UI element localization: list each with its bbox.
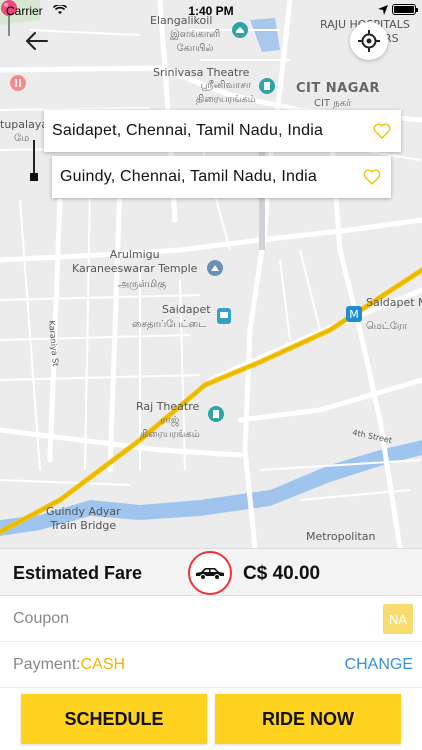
theatre-icon [259, 78, 275, 94]
back-button[interactable] [22, 26, 52, 56]
arrow-left-icon [26, 32, 48, 50]
coupon-row[interactable]: Coupon NA [0, 596, 422, 642]
map-label-saidapet-metro-tamil: மெட்ரோ [366, 321, 408, 332]
drop-address-field[interactable]: Guindy, Chennai, Tamil Nadu, India [52, 156, 391, 198]
payment-label-text: Payment: [13, 656, 81, 673]
map-label-guindy-adyar: Guindy Adyar Train Bridge [46, 505, 121, 532]
map-label-saidapet-metro: Saidapet M [366, 296, 422, 309]
payment-method-value: CASH [80, 656, 126, 673]
temple-icon [232, 22, 248, 38]
fare-amount: C$ 40.00 [243, 563, 321, 584]
coupon-badge[interactable]: NA [383, 604, 413, 634]
vehicle-type-button[interactable] [188, 551, 232, 595]
map-label-srinivasa-tamil: ஸ்ரீனிவாசா திரையரங்கம் [196, 80, 256, 105]
map-label-arulmigu: Arulmigu Karaneeswarar Temple [72, 248, 198, 275]
car-icon [196, 568, 224, 580]
change-payment-button[interactable]: CHANGE [345, 656, 413, 674]
svg-text:M: M [349, 308, 359, 321]
drop-marker [30, 173, 38, 181]
payment-label: Payment:CASH [13, 656, 125, 674]
status-time: 1:40 PM [188, 4, 234, 18]
metro-icon: M [346, 306, 362, 322]
current-location-button[interactable] [350, 22, 388, 60]
map-label-raj-theatre: Raj Theatre [136, 400, 200, 413]
map-label-elangalikoil-tamil: இளங்காளி கோயில் [170, 29, 221, 54]
status-bar: Carrier 1:40 PM [0, 0, 422, 20]
train-station-icon [217, 308, 231, 324]
heart-outline-icon[interactable] [373, 123, 391, 139]
battery-icon [392, 4, 418, 15]
map-view[interactable]: M Elangalikoil இளங்காளி கோயில் RAJU HOSP… [0, 0, 422, 548]
booking-panel: Estimated Fare C$ 40.00 Coupon NA Paymen… [0, 548, 422, 750]
crosshair-icon [358, 30, 380, 52]
coupon-label: Coupon [13, 610, 70, 627]
map-label-srinivasa-theatre: Srinivasa Theatre [153, 66, 250, 79]
map-label-cit-nagar-tamil: CIT நகர் [314, 98, 352, 109]
ride-now-button[interactable]: RIDE NOW [215, 694, 401, 744]
pickup-address-text: Saidapet, Chennai, Tamil Nadu, India [52, 122, 324, 139]
map-label-kotturpuram: tupalaya [0, 118, 49, 131]
map-label-raj-theatre-tamil: ராஜ் திரையரங்கம் [140, 415, 200, 440]
payment-row: Payment:CASH CHANGE [0, 642, 422, 688]
map-label-cit-nagar: CIT NAGAR [296, 81, 380, 96]
map-label-saidapet-tamil: சைதாப்பேட்டை [132, 319, 207, 330]
map-label-saidapet: Saidapet [162, 303, 211, 316]
map-label-arulmigu-tamil: அருள்மிகு [118, 279, 167, 290]
schedule-button[interactable]: SCHEDULE [21, 694, 207, 744]
map-label-metropolitan: Metropolitan [306, 530, 376, 543]
temple-icon [207, 260, 223, 276]
route-line [33, 140, 35, 174]
map-label-kotturpuram-frag: மே [14, 133, 30, 144]
location-arrow-icon [378, 4, 388, 15]
theatre-icon [208, 406, 224, 422]
fare-row: Estimated Fare C$ 40.00 [0, 548, 422, 596]
estimated-fare-label: Estimated Fare [13, 563, 143, 583]
drop-address-text: Guindy, Chennai, Tamil Nadu, India [60, 168, 318, 185]
restaurant-icon [10, 75, 26, 91]
pickup-address-field[interactable]: Saidapet, Chennai, Tamil Nadu, India [44, 110, 401, 152]
heart-outline-icon[interactable] [363, 169, 381, 185]
